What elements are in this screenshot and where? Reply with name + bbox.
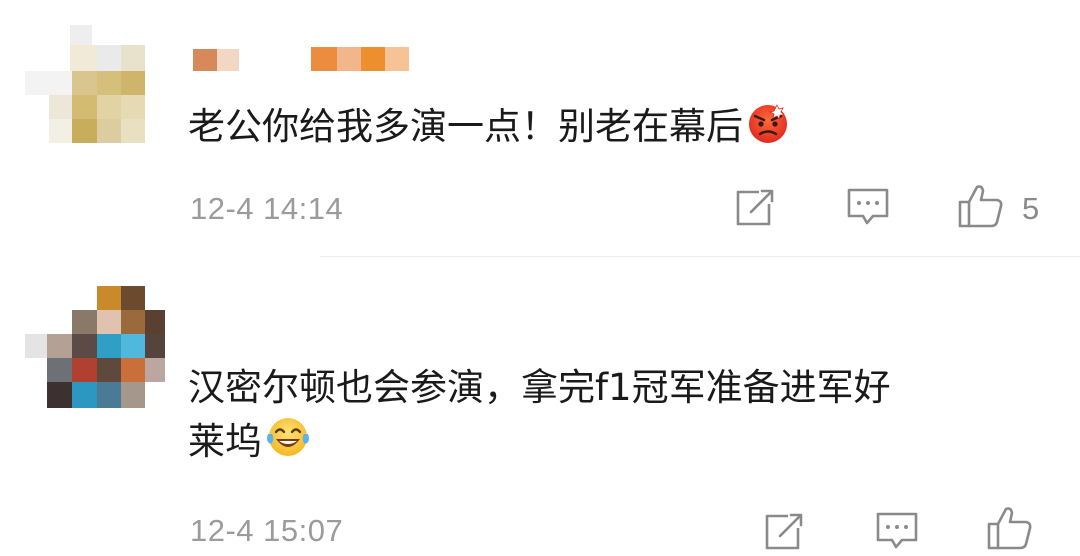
comment-text-line-2: 莱坞 <box>188 414 891 474</box>
divider <box>320 256 1080 257</box>
comment-text-content: 老公你给我多演一点！别老在幕后 <box>188 105 743 148</box>
share-icon <box>736 189 774 226</box>
comment-text: 汉密尔顿也会参演，拿完f1冠军准备进军好 莱坞 <box>188 361 891 474</box>
comment-text-content: 莱坞 <box>188 420 262 463</box>
tears-of-joy-face-icon <box>265 414 311 474</box>
reply-button[interactable] <box>875 510 919 556</box>
like-button[interactable] <box>985 505 1035 555</box>
username-blurred[interactable] <box>193 47 413 73</box>
like-icon <box>987 507 1032 550</box>
angry-face-icon <box>746 101 790 159</box>
share-button[interactable] <box>762 512 804 556</box>
like-icon <box>958 185 1003 228</box>
avatar[interactable] <box>25 286 165 411</box>
comment-timestamp: 12-4 14:14 <box>190 191 344 226</box>
comment-icon <box>847 188 889 225</box>
comment-text-line: 汉密尔顿也会参演，拿完f1冠军准备进军好 <box>188 366 891 409</box>
like-count: 5 <box>1022 191 1040 226</box>
share-button[interactable] <box>733 188 775 232</box>
like-button[interactable] <box>956 183 1006 233</box>
reply-button[interactable] <box>846 186 890 232</box>
comment-text: 老公你给我多演一点！别老在幕后 <box>188 100 790 159</box>
avatar[interactable] <box>25 25 150 150</box>
comment-icon <box>876 512 918 549</box>
comment-timestamp: 12-4 15:07 <box>190 513 344 548</box>
share-icon <box>765 513 803 550</box>
